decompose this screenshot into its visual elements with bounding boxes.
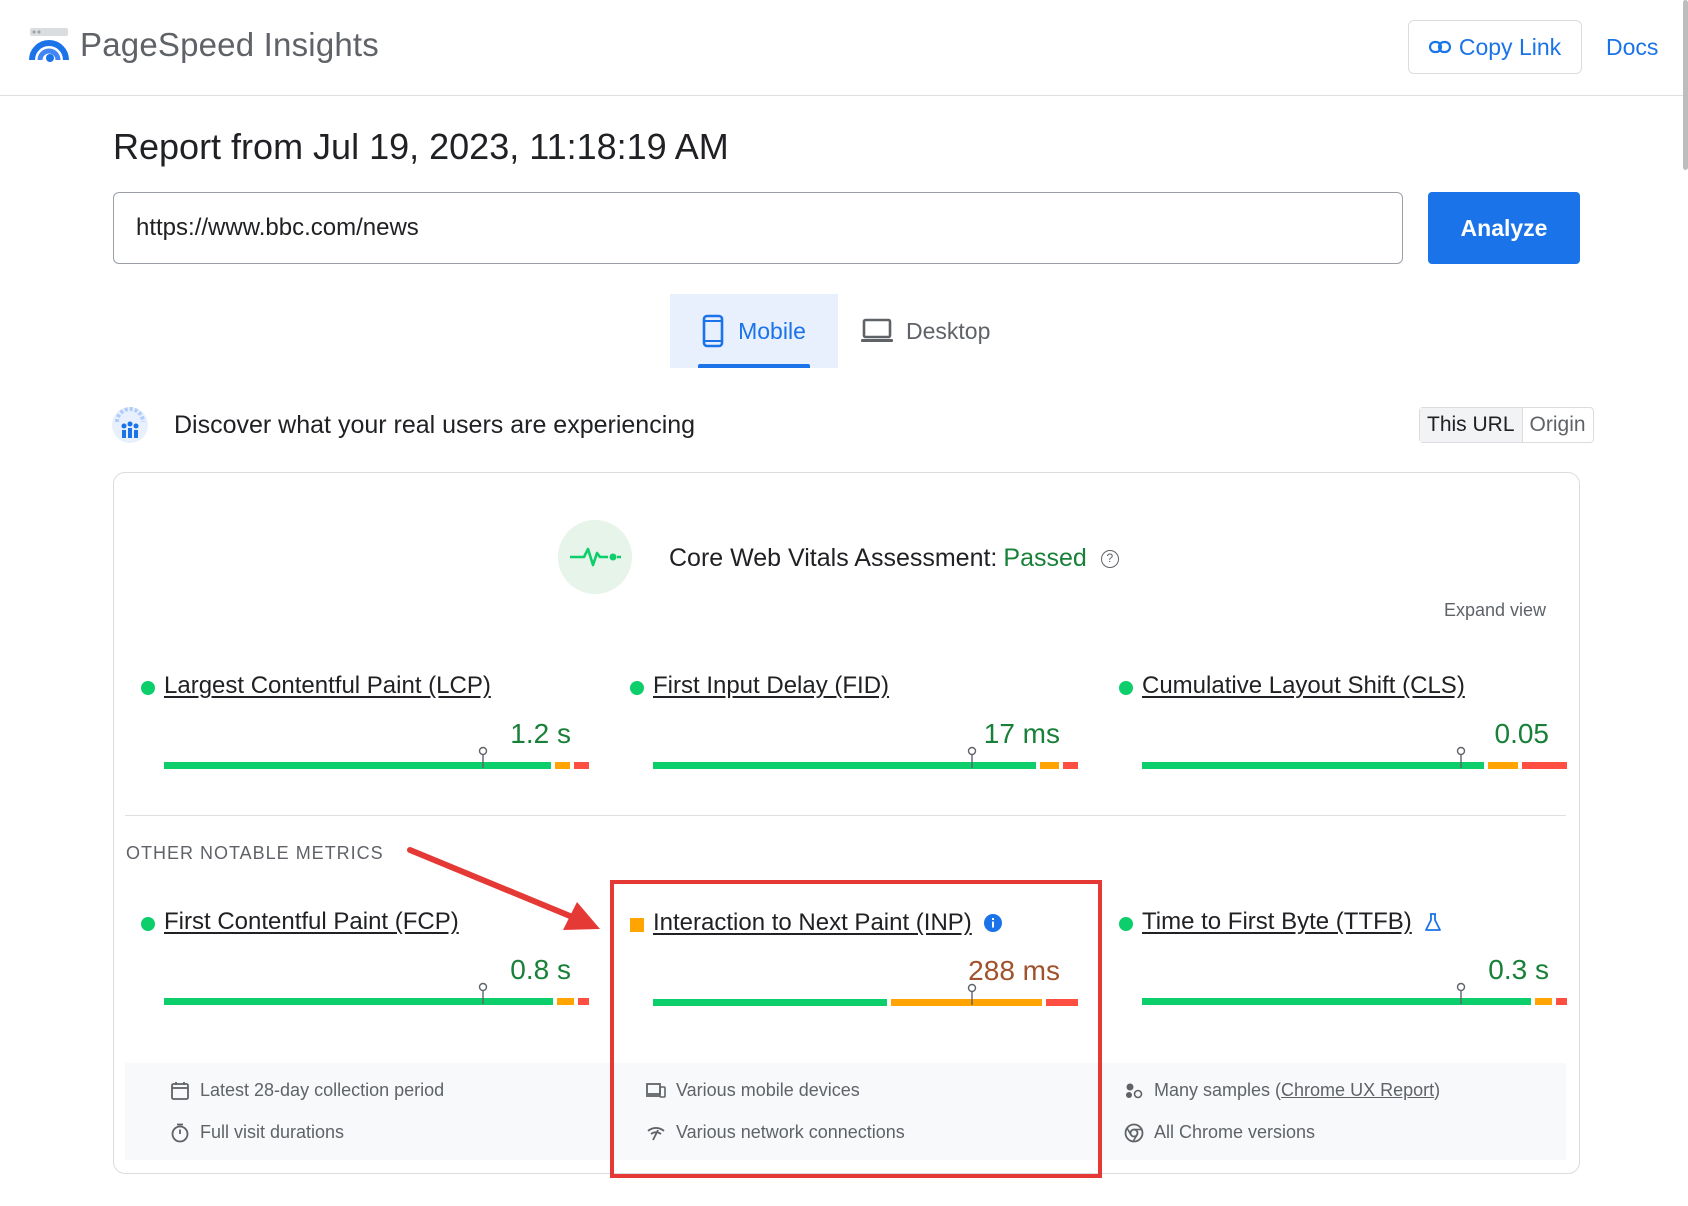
sample-source: Many samples (Chrome UX Report) [1124, 1080, 1440, 1101]
top-bar: PageSpeed Insights Copy Link Docs [0, 0, 1688, 96]
annotation-highlight-box [610, 880, 1102, 1178]
poor-segment [578, 998, 589, 1005]
expand-view-link[interactable]: Expand view [1444, 600, 1546, 621]
active-tab-indicator [698, 364, 810, 368]
distribution-bar [1142, 746, 1567, 769]
distribution-bar [164, 982, 589, 1005]
chrome-versions: All Chrome versions [1124, 1122, 1315, 1143]
status-dot [1119, 681, 1133, 695]
copy-link-button[interactable]: Copy Link [1408, 20, 1582, 74]
smartphone-icon [702, 314, 724, 348]
good-segment [1142, 998, 1532, 1005]
poor-segment [1556, 998, 1567, 1005]
metric-name[interactable]: Time to First Byte (TTFB) [1142, 908, 1442, 936]
samples-icon [1126, 1083, 1143, 1098]
percentile-marker-icon [1456, 746, 1465, 768]
other-metrics-label: OTHER NOTABLE METRICS [126, 843, 384, 863]
metric-value: 0.8 s [510, 954, 571, 985]
analyze-button[interactable]: Analyze [1428, 192, 1580, 264]
cwv-assessment: Core Web Vitals Assessment: Passed ? [669, 544, 1119, 573]
scope-origin[interactable]: Origin [1523, 408, 1593, 442]
page-scrollbar[interactable] [1683, 0, 1688, 170]
good-segment [1142, 762, 1485, 769]
needs-improvement-segment [1535, 998, 1553, 1005]
status-dot [1119, 917, 1133, 931]
section-divider [125, 815, 1566, 816]
distribution-bar [164, 746, 589, 769]
report-title: Report from Jul 19, 2023, 11:18:19 AM [113, 126, 729, 167]
percentile-marker-icon [967, 746, 976, 768]
docs-link[interactable]: Docs [1606, 34, 1658, 61]
calendar-icon [171, 1081, 189, 1100]
metric-ttfb: Time to First Byte (TTFB) 0.3 s [1119, 908, 1567, 1028]
metric-name[interactable]: Largest Contentful Paint (LCP) [164, 672, 491, 700]
percentile-marker-icon [478, 982, 487, 1004]
scope-toggle: This URL Origin [1419, 407, 1594, 443]
visit-durations: Full visit durations [170, 1122, 344, 1143]
tab-mobile[interactable]: Mobile [670, 294, 838, 368]
good-segment [164, 762, 551, 769]
metric-lcp: Largest Contentful Paint (LCP) 1.2 s [141, 672, 589, 792]
status-dot [630, 681, 644, 695]
good-segment [653, 762, 1036, 769]
brand-title: PageSpeed Insights [80, 26, 379, 63]
metric-cls: Cumulative Layout Shift (CLS) 0.05 [1119, 672, 1567, 792]
scope-this-url[interactable]: This URL [1420, 408, 1523, 442]
good-segment [164, 998, 554, 1005]
help-icon[interactable]: ? [1100, 549, 1119, 568]
metric-value: 0.3 s [1488, 954, 1549, 985]
url-input[interactable] [113, 192, 1403, 264]
metric-value: 1.2 s [510, 718, 571, 749]
chrome-icon [1124, 1123, 1144, 1142]
needs-improvement-segment [557, 998, 575, 1005]
annotation-arrow-icon [407, 847, 600, 930]
poor-segment [1063, 762, 1078, 769]
tab-desktop-label: Desktop [906, 317, 991, 344]
tab-desktop[interactable]: Desktop [860, 294, 1010, 368]
metric-name[interactable]: Cumulative Layout Shift (CLS) [1142, 672, 1465, 700]
users-experience-icon [112, 407, 148, 443]
status-dot [141, 681, 155, 695]
percentile-marker-icon [478, 746, 487, 768]
pagespeed-logo-icon[interactable] [28, 26, 70, 66]
chrome-ux-report-link[interactable]: Chrome UX Report [1281, 1080, 1434, 1100]
stopwatch-icon [171, 1123, 189, 1142]
metric-value: 0.05 [1494, 718, 1550, 749]
needs-improvement-segment [1488, 762, 1519, 769]
needs-improvement-segment [555, 762, 571, 769]
cwv-label: Core Web Vitals Assessment: [669, 544, 998, 572]
experimental-flask-icon [1424, 913, 1441, 931]
collection-period: Latest 28-day collection period [170, 1080, 444, 1101]
heartbeat-icon [558, 520, 632, 594]
distribution-bar [653, 746, 1078, 769]
link-icon [1428, 40, 1451, 54]
copy-link-label: Copy Link [1458, 33, 1562, 60]
percentile-marker-icon [1456, 982, 1465, 1004]
metric-fid: First Input Delay (FID) 17 ms [630, 672, 1078, 792]
distribution-bar [1142, 982, 1567, 1005]
metric-name[interactable]: First Input Delay (FID) [653, 672, 889, 700]
laptop-icon [861, 318, 893, 342]
tab-mobile-label: Mobile [738, 317, 806, 344]
poor-segment [1522, 762, 1567, 769]
needs-improvement-segment [1039, 762, 1060, 769]
status-dot [141, 917, 155, 931]
cwv-status: Passed [1003, 544, 1087, 572]
metric-value: 17 ms [983, 718, 1060, 749]
discover-heading: Discover what your real users are experi… [174, 411, 696, 439]
poor-segment [574, 762, 589, 769]
